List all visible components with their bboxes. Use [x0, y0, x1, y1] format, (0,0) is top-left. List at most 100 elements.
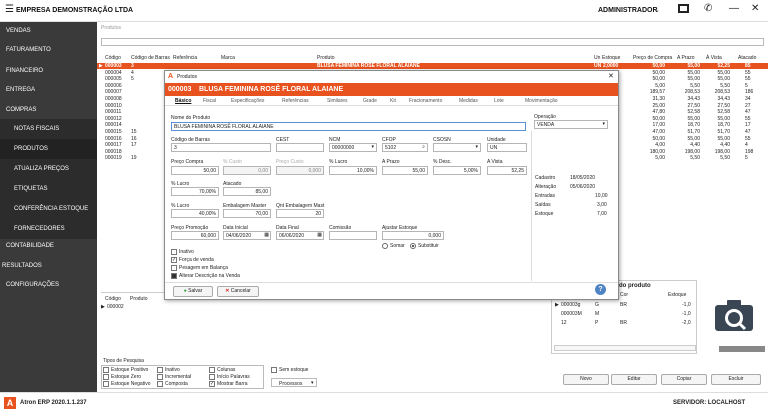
delete-button[interactable]: Excluir: [711, 374, 761, 385]
phone-icon[interactable]: ✆: [704, 3, 712, 14]
monitor-icon[interactable]: [678, 4, 689, 13]
master-pack-field[interactable]: 70,00: [223, 209, 271, 218]
variant-code[interactable]: 000003M: [561, 311, 582, 317]
sidebar-item-financeiro[interactable]: FINANCEIRO: [0, 67, 97, 75]
col-header[interactable]: Produto: [130, 296, 148, 302]
cfop-field[interactable]: 5102 ⌕: [382, 143, 428, 152]
col-header[interactable]: Código: [105, 296, 121, 302]
tab-basico[interactable]: Básico: [175, 98, 191, 104]
help-icon[interactable]: ?: [595, 284, 606, 295]
cost-pct-field[interactable]: 0,00: [223, 166, 271, 175]
tab-movimentacao[interactable]: Movimentação: [525, 98, 558, 104]
inactive-checkbox[interactable]: [171, 249, 177, 255]
adjust-stock-field[interactable]: 0,000: [382, 231, 444, 240]
table-row[interactable]: 000002: [107, 304, 124, 310]
unit-field[interactable]: UN: [487, 143, 527, 152]
new-button[interactable]: Novo: [563, 374, 609, 385]
menu-icon[interactable]: ☰: [5, 5, 14, 15]
col-header[interactable]: Atacado: [738, 55, 756, 61]
variant-code[interactable]: 000003g: [561, 302, 580, 308]
col-header[interactable]: Un: [594, 55, 600, 61]
cash-price-field[interactable]: 52,25: [487, 166, 527, 175]
sidebar-item-contabilidade[interactable]: CONTABILIDADE: [0, 242, 97, 250]
discount-pct-field[interactable]: 5,00%: [433, 166, 481, 175]
end-date-field[interactable]: 06/06/2020 ▦: [276, 231, 324, 240]
tab-grade[interactable]: Grade: [363, 98, 377, 104]
sidebar-item-atualiza-precos[interactable]: ATUALIZA PREÇOS: [0, 159, 97, 179]
sidebar-item-etiquetas[interactable]: ETIQUETAS: [0, 179, 97, 199]
sidebar-item-configuracoes[interactable]: CONFIGURAÇÕES: [0, 281, 97, 289]
user-menu[interactable]: ADMINISTRADOR: [598, 7, 658, 14]
tab-referencias[interactable]: Referências: [282, 98, 309, 104]
filter-checkbox[interactable]: [209, 374, 215, 380]
tab-fracionamento[interactable]: Fracionamento: [409, 98, 442, 104]
purchase-price-field[interactable]: 50,00: [171, 166, 219, 175]
tab-lote[interactable]: Lote: [494, 98, 504, 104]
col-header[interactable]: Código de Barras: [131, 55, 170, 61]
scale-checkbox[interactable]: [171, 265, 177, 271]
sidebar-item-produtos[interactable]: PRODUTOS: [0, 139, 97, 159]
save-button[interactable]: ● Salvar: [173, 286, 213, 297]
profit3-field[interactable]: 40,00%: [171, 209, 219, 218]
close-icon[interactable]: ✕: [751, 3, 759, 14]
col-header[interactable]: A Prazo: [677, 55, 695, 61]
tab-kit[interactable]: Kit: [390, 98, 396, 104]
sidebar-item-entrega[interactable]: ENTREGA: [0, 86, 97, 94]
filter-checkbox[interactable]: [157, 374, 163, 380]
cancel-button[interactable]: ✕ Cancelar: [217, 286, 259, 297]
radio-somar[interactable]: [382, 243, 388, 249]
tab-especificacoes[interactable]: Especificações: [231, 98, 264, 104]
search-icon[interactable]: ⌕: [422, 144, 425, 150]
sales-force-checkbox[interactable]: ✓: [171, 257, 177, 263]
tab-similares[interactable]: Similares: [327, 98, 348, 104]
profit2-field[interactable]: 70,00%: [171, 187, 219, 196]
calendar-icon[interactable]: ▦: [317, 232, 322, 238]
change-desc-checkbox[interactable]: [171, 273, 177, 279]
csosn-field[interactable]: ▾: [433, 143, 481, 152]
radio-substituir[interactable]: [410, 243, 416, 249]
start-date-field[interactable]: 04/06/2020 ▦: [223, 231, 271, 240]
col-header[interactable]: Marca: [221, 55, 235, 61]
photo-nav-bar[interactable]: [719, 346, 765, 352]
filter-checkbox[interactable]: [209, 367, 215, 373]
sidebar-item-vendas[interactable]: VENDAS: [0, 27, 97, 35]
col-header[interactable]: Referência: [173, 55, 197, 61]
filter-checkbox[interactable]: [103, 367, 109, 373]
camera-icon[interactable]: [712, 297, 756, 333]
wholesale-field[interactable]: 85,00: [223, 187, 271, 196]
barcode-field[interactable]: 3: [171, 143, 271, 152]
filter-checkbox-checked[interactable]: ✓: [209, 381, 215, 387]
variant-code[interactable]: 12: [561, 320, 567, 326]
col-header[interactable]: Código: [105, 55, 121, 61]
horizontal-scrollbar[interactable]: [554, 345, 696, 351]
operation-select[interactable]: VENDA ▾: [534, 120, 608, 129]
sidebar-item-fornecedores[interactable]: FORNECEDORES: [0, 219, 97, 239]
col-header[interactable]: Estoque: [602, 55, 620, 61]
filter-checkbox[interactable]: [157, 381, 163, 387]
commission-field[interactable]: [329, 231, 377, 240]
no-stock-checkbox[interactable]: [271, 367, 277, 373]
processes-dropdown[interactable]: Processos ▾: [271, 378, 317, 387]
ncm-field[interactable]: 00000000 ▾: [329, 143, 377, 152]
master-pack-qty-field[interactable]: 20: [276, 209, 324, 218]
col-header[interactable]: Produto: [317, 55, 335, 61]
sidebar-item-resultados[interactable]: RESULTADOS: [0, 262, 97, 270]
copy-button[interactable]: Copiar: [661, 374, 707, 385]
edit-button[interactable]: Editar: [611, 374, 657, 385]
sidebar-item-notas-fiscais[interactable]: NOTAS FISCAIS: [0, 119, 97, 139]
dialog-close-icon[interactable]: ✕: [608, 72, 614, 80]
name-field[interactable]: BLUSA FEMININA ROSÊ FLORAL ALAIANE: [171, 122, 526, 131]
sidebar-item-faturamento[interactable]: FATURAMENTO: [0, 46, 97, 54]
filter-checkbox[interactable]: [157, 367, 163, 373]
tab-fiscal[interactable]: Fiscal: [203, 98, 216, 104]
chevron-down-icon[interactable]: ⌄: [654, 6, 660, 14]
calendar-icon[interactable]: ▦: [264, 232, 269, 238]
cest-field[interactable]: [276, 143, 324, 152]
promo-price-field[interactable]: 60,000: [171, 231, 219, 240]
profit-pct-field[interactable]: 10,00%: [329, 166, 377, 175]
search-input[interactable]: [101, 38, 764, 46]
filter-checkbox[interactable]: [103, 374, 109, 380]
term-price-field[interactable]: 55,00: [382, 166, 428, 175]
tab-medidas[interactable]: Medidas: [459, 98, 478, 104]
sidebar-item-conferencia-estoque[interactable]: CONFERÊNCIA ESTOQUE: [0, 199, 97, 219]
